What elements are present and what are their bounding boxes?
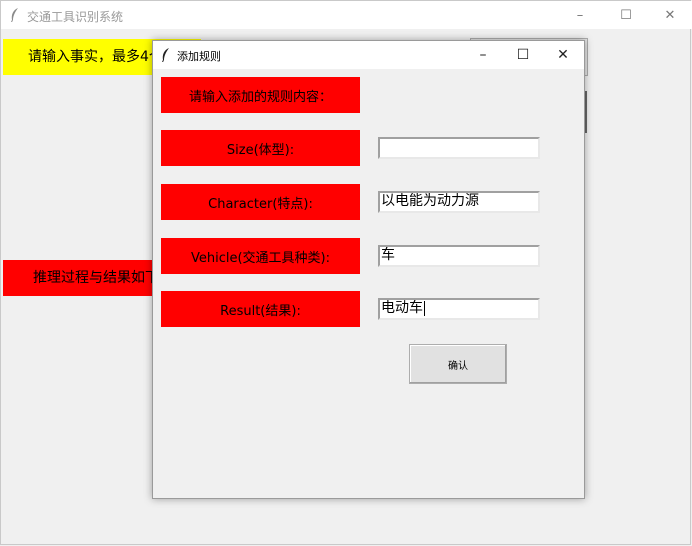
character-label: Character(特点): bbox=[161, 184, 360, 220]
result-input-value: 电动车 bbox=[381, 300, 423, 316]
feather-icon bbox=[162, 48, 169, 62]
close-icon: ✕ bbox=[664, 7, 676, 23]
character-input-value: 以电能为动力源 bbox=[381, 193, 479, 209]
feather-icon bbox=[11, 8, 18, 22]
result-input[interactable]: 电动车 bbox=[378, 298, 540, 320]
maximize-icon: ☐ bbox=[620, 7, 632, 23]
scrollbar[interactable] bbox=[585, 91, 587, 133]
dialog-titlebar[interactable]: 添加规则 – ☐ ✕ bbox=[153, 41, 584, 69]
minimize-icon: – bbox=[479, 47, 487, 63]
main-titlebar[interactable]: 交通工具识别系统 – ☐ ✕ bbox=[1, 1, 692, 29]
close-icon: ✕ bbox=[557, 47, 569, 63]
minimize-icon: – bbox=[576, 7, 584, 23]
dialog-title: 添加规则 bbox=[177, 50, 221, 63]
add-rule-dialog: 添加规则 – ☐ ✕ 请输入添加的规则内容： Size(体型): Charact… bbox=[152, 40, 585, 499]
result-label: 推理过程与结果如下 bbox=[3, 260, 155, 296]
result-field-label: Result(结果): bbox=[161, 291, 360, 327]
close-button[interactable]: ✕ bbox=[647, 1, 692, 29]
confirm-button[interactable]: 确认 bbox=[409, 344, 507, 384]
confirm-button-label: 确认 bbox=[448, 360, 468, 372]
dialog-close-button[interactable]: ✕ bbox=[543, 41, 583, 69]
rule-header-label: 请输入添加的规则内容： bbox=[161, 77, 360, 113]
maximize-icon: ☐ bbox=[516, 47, 530, 63]
maximize-button[interactable]: ☐ bbox=[603, 1, 649, 29]
character-input[interactable]: 以电能为动力源 bbox=[378, 191, 540, 213]
vehicle-label: Vehicle(交通工具种类): bbox=[161, 238, 360, 274]
dialog-minimize-button[interactable]: – bbox=[463, 41, 503, 69]
size-input[interactable] bbox=[378, 137, 540, 159]
text-caret bbox=[424, 300, 425, 316]
minimize-button[interactable]: – bbox=[557, 1, 603, 29]
main-window-title: 交通工具识别系统 bbox=[27, 10, 124, 24]
vehicle-input-value: 车 bbox=[381, 247, 395, 263]
size-label: Size(体型): bbox=[161, 130, 360, 166]
vehicle-input[interactable]: 车 bbox=[378, 245, 540, 267]
dialog-maximize-button[interactable]: ☐ bbox=[503, 41, 543, 69]
